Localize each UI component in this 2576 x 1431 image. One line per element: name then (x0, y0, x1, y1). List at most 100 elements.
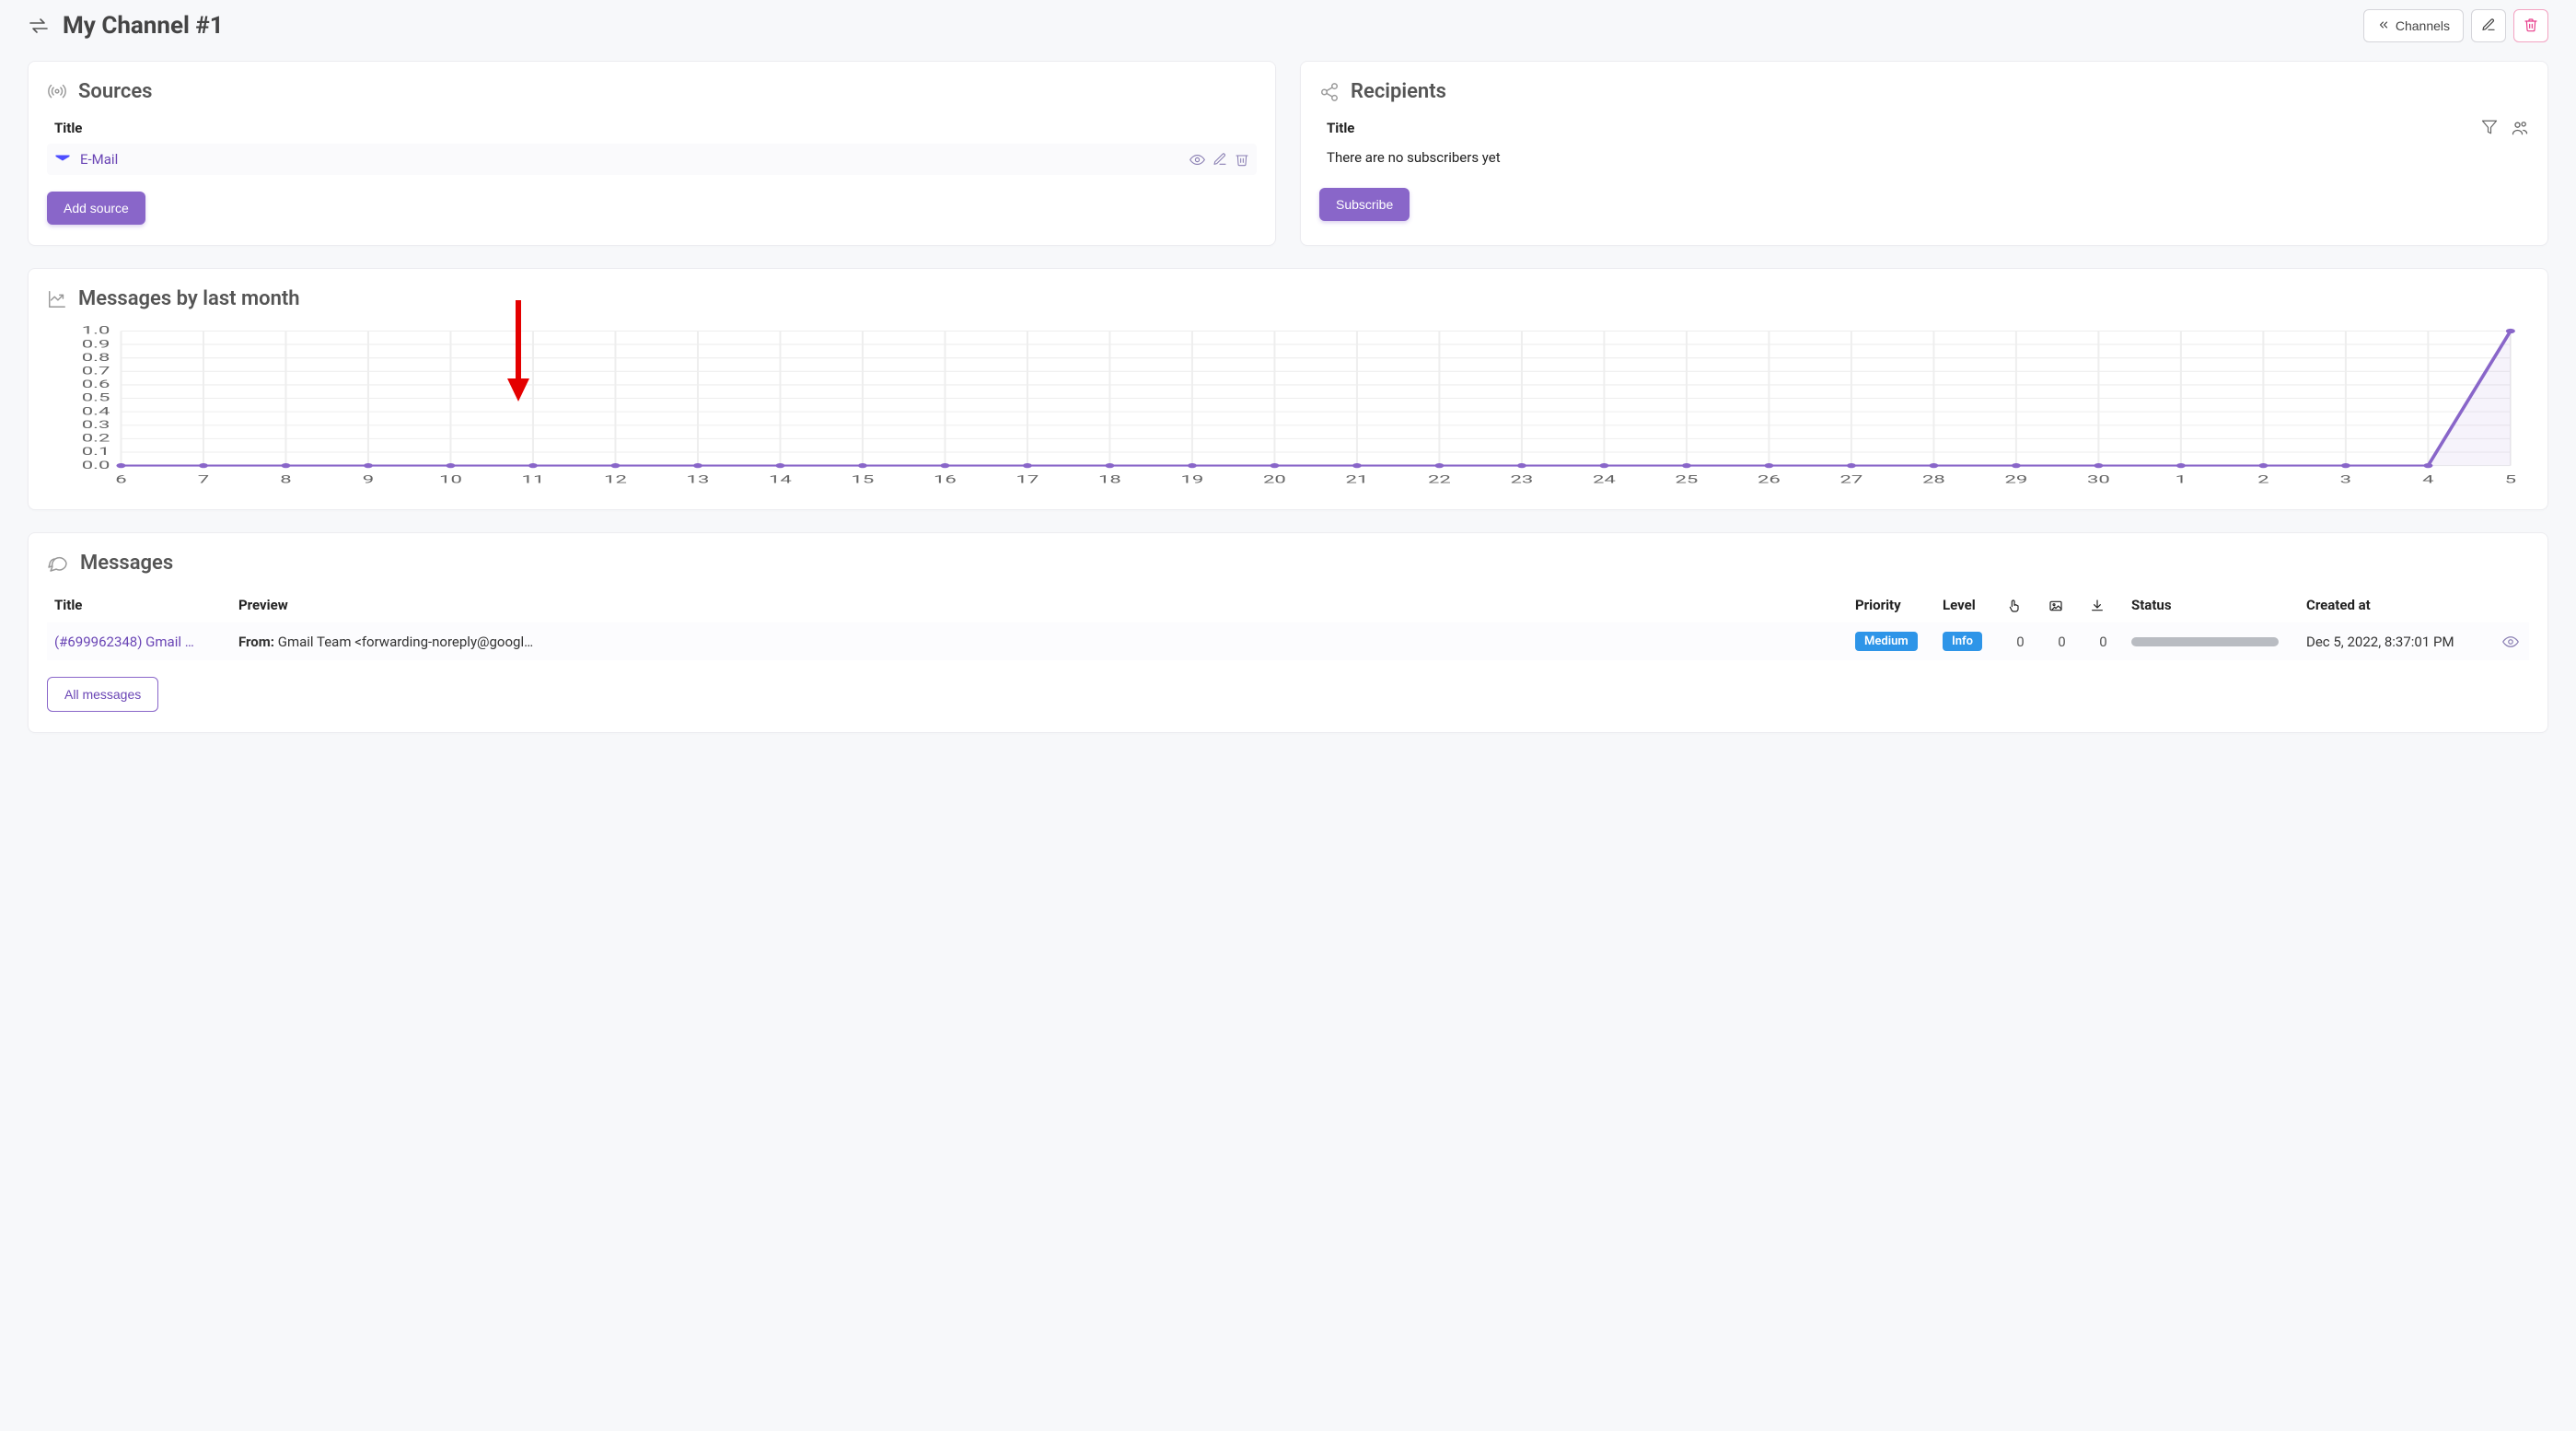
trash-icon (2524, 17, 2538, 35)
col-downloads-icon (2083, 588, 2124, 622)
messages-chart-card: Messages by last month 0.00.10.20.30.40.… (28, 268, 2548, 510)
users-icon[interactable] (2511, 119, 2529, 141)
level-badge: Info (1943, 632, 1982, 651)
mail-icon (54, 151, 71, 168)
subscribe-button[interactable]: Subscribe (1319, 188, 1410, 221)
svg-text:0.9: 0.9 (82, 338, 110, 350)
svg-text:0.5: 0.5 (82, 392, 110, 404)
svg-text:0.2: 0.2 (82, 433, 110, 445)
svg-text:24: 24 (1593, 474, 1616, 486)
chat-icon (47, 553, 69, 575)
svg-text:20: 20 (1263, 474, 1286, 486)
svg-text:9: 9 (363, 474, 374, 486)
channels-back-label: Channels (2396, 18, 2450, 33)
svg-text:29: 29 (2004, 474, 2027, 486)
svg-text:17: 17 (1016, 474, 1039, 486)
broadcast-icon (47, 82, 67, 102)
svg-text:4: 4 (2422, 474, 2434, 486)
message-title[interactable]: (#699962348) Gmail … (47, 622, 231, 660)
messages-chart: 0.0 0.10.2 0.3 0.40.5 0.60.7 0.8 0.91.0 6 7 8 9 10 1… (47, 323, 2529, 489)
chart-heading: Messages by last month (78, 287, 300, 310)
svg-text:6: 6 (115, 474, 127, 486)
edit-icon (2481, 17, 2496, 35)
view-source-button[interactable] (1189, 152, 1205, 168)
delete-source-button[interactable] (1235, 152, 1249, 168)
svg-text:7: 7 (198, 474, 210, 486)
svg-text:14: 14 (769, 474, 792, 486)
message-preview-value: Gmail Team <forwarding-noreply@googl… (278, 634, 533, 650)
messages-table: Title Preview Priority Level Status Crea… (47, 588, 2529, 660)
col-status: Status (2124, 588, 2299, 622)
col-level: Level (1935, 588, 2000, 622)
source-row-title: E-Mail (80, 151, 118, 168)
delete-channel-button[interactable] (2513, 9, 2548, 42)
page-header: My Channel #1 Channels (28, 9, 2548, 42)
line-chart-icon (47, 289, 67, 309)
source-row[interactable]: E-Mail (47, 144, 1257, 175)
messages-card: Messages Title Preview Priority Level (28, 532, 2548, 733)
svg-text:15: 15 (852, 474, 875, 486)
filter-icon[interactable] (2481, 119, 2498, 141)
svg-text:21: 21 (1345, 474, 1368, 486)
svg-text:0.3: 0.3 (82, 419, 110, 431)
page-title: My Channel #1 (63, 12, 224, 40)
svg-text:26: 26 (1758, 474, 1781, 486)
svg-text:11: 11 (522, 474, 545, 486)
all-messages-button[interactable]: All messages (47, 677, 158, 712)
message-preview: From: Gmail Team <forwarding-noreply@goo… (231, 622, 1848, 660)
message-count1: 0 (2000, 622, 2041, 660)
svg-text:0.4: 0.4 (82, 405, 110, 417)
share-icon (1319, 82, 1340, 102)
add-source-button[interactable]: Add source (47, 192, 145, 225)
message-row[interactable]: (#699962348) Gmail … From: Gmail Team <f… (47, 622, 2529, 660)
channels-back-button[interactable]: Channels (2363, 9, 2464, 42)
svg-text:0.7: 0.7 (82, 366, 110, 378)
svg-text:18: 18 (1098, 474, 1121, 486)
view-message-button[interactable] (2502, 633, 2519, 649)
recipients-heading: Recipients (1351, 80, 1446, 103)
svg-text:2: 2 (2257, 474, 2269, 486)
svg-text:25: 25 (1675, 474, 1698, 486)
col-clicks-icon (2000, 588, 2041, 622)
svg-text:30: 30 (2087, 474, 2110, 486)
svg-text:16: 16 (934, 474, 957, 486)
recipients-card: Recipients Title There are no subscriber… (1300, 61, 2548, 246)
svg-text:3: 3 (2340, 474, 2351, 486)
message-preview-label: From: (238, 634, 274, 650)
col-preview: Preview (231, 588, 1848, 622)
svg-text:0.6: 0.6 (82, 378, 110, 390)
col-priority: Priority (1848, 588, 1935, 622)
edit-channel-button[interactable] (2471, 9, 2506, 42)
recipients-column-title: Title (1319, 116, 2481, 144)
svg-text:28: 28 (1922, 474, 1945, 486)
sources-card: Sources Title E-Mail (28, 61, 1276, 246)
svg-text:1.0: 1.0 (82, 325, 110, 337)
svg-text:27: 27 (1839, 474, 1862, 486)
priority-badge: Medium (1855, 632, 1918, 651)
svg-text:19: 19 (1180, 474, 1203, 486)
svg-text:0.8: 0.8 (82, 352, 110, 364)
edit-source-button[interactable] (1213, 152, 1227, 168)
svg-text:12: 12 (604, 474, 627, 486)
sources-column-title: Title (47, 116, 1257, 144)
header-actions: Channels (2363, 9, 2548, 42)
svg-text:0.1: 0.1 (82, 446, 110, 458)
message-created: Dec 5, 2022, 8:37:01 PM (2299, 622, 2492, 660)
svg-text:10: 10 (439, 474, 462, 486)
svg-text:8: 8 (280, 474, 291, 486)
svg-text:22: 22 (1428, 474, 1451, 486)
messages-heading: Messages (80, 552, 173, 575)
svg-text:0.0: 0.0 (82, 460, 110, 471)
col-title: Title (47, 588, 231, 622)
svg-text:23: 23 (1510, 474, 1533, 486)
sources-heading: Sources (78, 80, 153, 103)
message-count2: 0 (2041, 622, 2083, 660)
chevron-left-double-icon (2377, 18, 2390, 34)
svg-text:1: 1 (2176, 474, 2187, 486)
status-bar (2131, 637, 2279, 646)
recipients-empty: There are no subscribers yet (1319, 144, 2529, 171)
transfer-arrows-icon (28, 15, 50, 37)
col-created: Created at (2299, 588, 2492, 622)
col-images-icon (2041, 588, 2083, 622)
message-count3: 0 (2083, 622, 2124, 660)
